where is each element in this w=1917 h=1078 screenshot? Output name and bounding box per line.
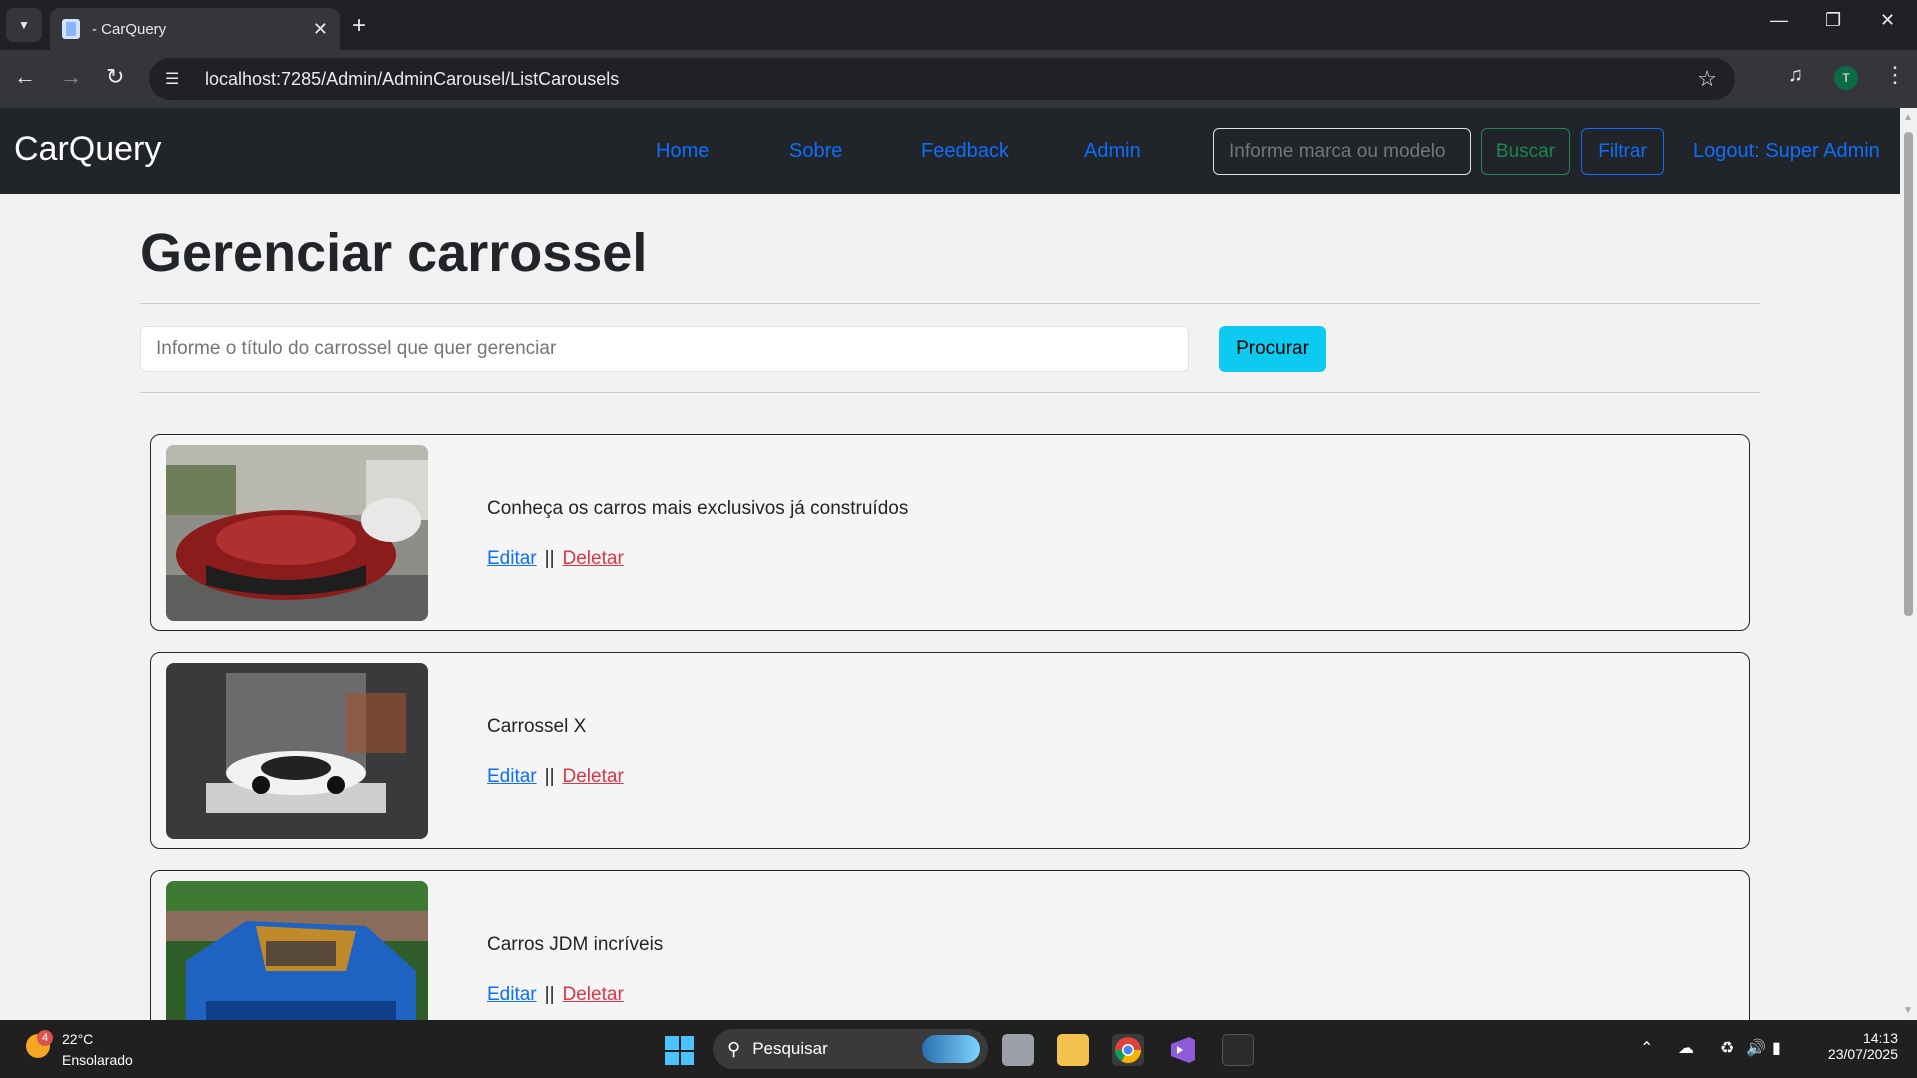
bookmark-star-icon[interactable]: ☆ xyxy=(1697,66,1717,92)
tab-close-icon[interactable]: ✕ xyxy=(313,19,328,40)
nav-link-feedback[interactable]: Feedback xyxy=(921,140,1009,163)
file-explorer-icon[interactable] xyxy=(1057,1034,1089,1066)
filtrar-button[interactable]: Filtrar xyxy=(1581,128,1664,175)
scrollbar-thumb[interactable] xyxy=(1904,132,1913,616)
carousel-title: Conheça os carros mais exclusivos já con… xyxy=(487,498,909,519)
carousel-card: Conheça os carros mais exclusivos já con… xyxy=(150,434,1750,631)
carousel-actions: Editar || Deletar xyxy=(487,766,624,788)
weather-temperature[interactable]: 22°C xyxy=(62,1031,93,1047)
edit-link[interactable]: Editar xyxy=(487,548,537,569)
chrome-icon[interactable] xyxy=(1112,1034,1144,1066)
reload-icon[interactable]: ↻ xyxy=(106,64,124,90)
edit-link[interactable]: Editar xyxy=(487,984,537,1005)
carousel-actions: Editar || Deletar xyxy=(487,984,624,1006)
nav-link-home[interactable]: Home xyxy=(656,140,709,163)
show-hidden-icons-chevron-icon[interactable]: ⌃ xyxy=(1640,1038,1653,1058)
battery-icon[interactable]: ▮ xyxy=(1772,1038,1781,1058)
logout-link[interactable]: Logout: Super Admin xyxy=(1693,140,1880,163)
edit-link[interactable]: Editar xyxy=(487,766,537,787)
separator: || xyxy=(544,984,555,1005)
minimize-icon[interactable]: — xyxy=(1770,10,1788,31)
divider xyxy=(140,392,1761,393)
carousel-search-input[interactable] xyxy=(140,326,1189,372)
wifi-icon[interactable]: ♻ xyxy=(1720,1038,1734,1058)
divider xyxy=(140,303,1761,304)
tab-list-chevron-icon[interactable]: ▼ xyxy=(6,8,42,42)
profile-avatar[interactable]: T xyxy=(1834,66,1858,90)
scroll-up-icon[interactable]: ▲ xyxy=(1903,112,1913,123)
terminal-icon[interactable] xyxy=(1222,1034,1254,1066)
clock-date: 23/07/2025 xyxy=(1827,1046,1898,1062)
delete-link[interactable]: Deletar xyxy=(563,766,624,787)
browser-menu-icon[interactable]: ⋮ xyxy=(1884,62,1906,88)
buscar-button[interactable]: Buscar xyxy=(1481,128,1570,175)
carousel-title: Carrossel X xyxy=(487,716,587,737)
browser-tab-bar: ▼ - CarQuery ✕ + — ❐ ✕ xyxy=(0,0,1917,50)
search-icon: ⚲ xyxy=(727,1038,741,1059)
tab-title: - CarQuery xyxy=(92,20,167,38)
browser-toolbar: ← → ↻ ☰ localhost:7285/Admin/AdminCarous… xyxy=(0,50,1917,108)
task-view-icon[interactable] xyxy=(1002,1034,1034,1066)
carousel-image xyxy=(166,663,428,839)
volume-icon[interactable]: 🔊 xyxy=(1746,1038,1766,1058)
carousel-card: Carrossel X Editar || Deletar xyxy=(150,652,1750,849)
onedrive-cloud-icon[interactable]: ☁ xyxy=(1678,1038,1694,1058)
taskbar-search[interactable]: ⚲ Pesquisar xyxy=(713,1029,988,1069)
address-bar[interactable]: ☰ localhost:7285/Admin/AdminCarousel/Lis… xyxy=(149,58,1735,100)
separator: || xyxy=(544,766,555,787)
separator: || xyxy=(544,548,555,569)
page-scrollbar[interactable]: ▲ ▼ xyxy=(1900,108,1917,1020)
visual-studio-icon[interactable] xyxy=(1167,1034,1199,1066)
back-arrow-icon[interactable]: ← xyxy=(14,64,36,90)
new-tab-plus-icon[interactable]: + xyxy=(352,12,366,40)
browser-tab[interactable]: - CarQuery ✕ xyxy=(50,8,340,50)
carousel-actions: Editar || Deletar xyxy=(487,548,624,570)
window-close-icon[interactable]: ✕ xyxy=(1880,10,1895,31)
nav-link-sobre[interactable]: Sobre xyxy=(789,140,842,163)
delete-link[interactable]: Deletar xyxy=(563,984,624,1005)
taskbar-search-label: Pesquisar xyxy=(752,1039,828,1058)
scroll-down-icon[interactable]: ▼ xyxy=(1903,1005,1913,1016)
nav-link-admin[interactable]: Admin xyxy=(1084,140,1141,163)
windows-taskbar: 4 22°C Ensolarado ⚲ Pesquisar ⌃ ☁ ♻ 🔊 ▮ … xyxy=(0,1020,1917,1078)
page-favicon-icon xyxy=(62,19,80,39)
site-info-icon[interactable]: ☰ xyxy=(165,69,195,89)
url-text[interactable]: localhost:7285/Admin/AdminCarousel/ListC… xyxy=(205,69,619,90)
weather-badge: 4 xyxy=(37,1030,53,1046)
site-navbar: CarQuery Home Sobre Feedback Admin Busca… xyxy=(0,108,1900,194)
carousel-image xyxy=(166,445,428,621)
procurar-button[interactable]: Procurar xyxy=(1219,326,1326,372)
weather-condition[interactable]: Ensolarado xyxy=(62,1052,133,1068)
page-title: Gerenciar carrossel xyxy=(140,223,648,283)
media-controls-icon[interactable]: ♫ xyxy=(1788,64,1803,87)
delete-link[interactable]: Deletar xyxy=(563,548,624,569)
carousel-title: Carros JDM incríveis xyxy=(487,934,664,955)
restore-icon[interactable]: ❐ xyxy=(1825,10,1841,31)
system-clock[interactable]: 14:13 23/07/2025 xyxy=(1818,1030,1898,1062)
clock-time: 14:13 xyxy=(1862,1030,1898,1046)
search-highlight-icon xyxy=(922,1035,980,1063)
forward-arrow-icon[interactable]: → xyxy=(60,64,82,90)
start-windows-icon[interactable] xyxy=(665,1036,694,1065)
brand-logo[interactable]: CarQuery xyxy=(14,130,161,169)
car-search-input[interactable] xyxy=(1213,128,1471,175)
